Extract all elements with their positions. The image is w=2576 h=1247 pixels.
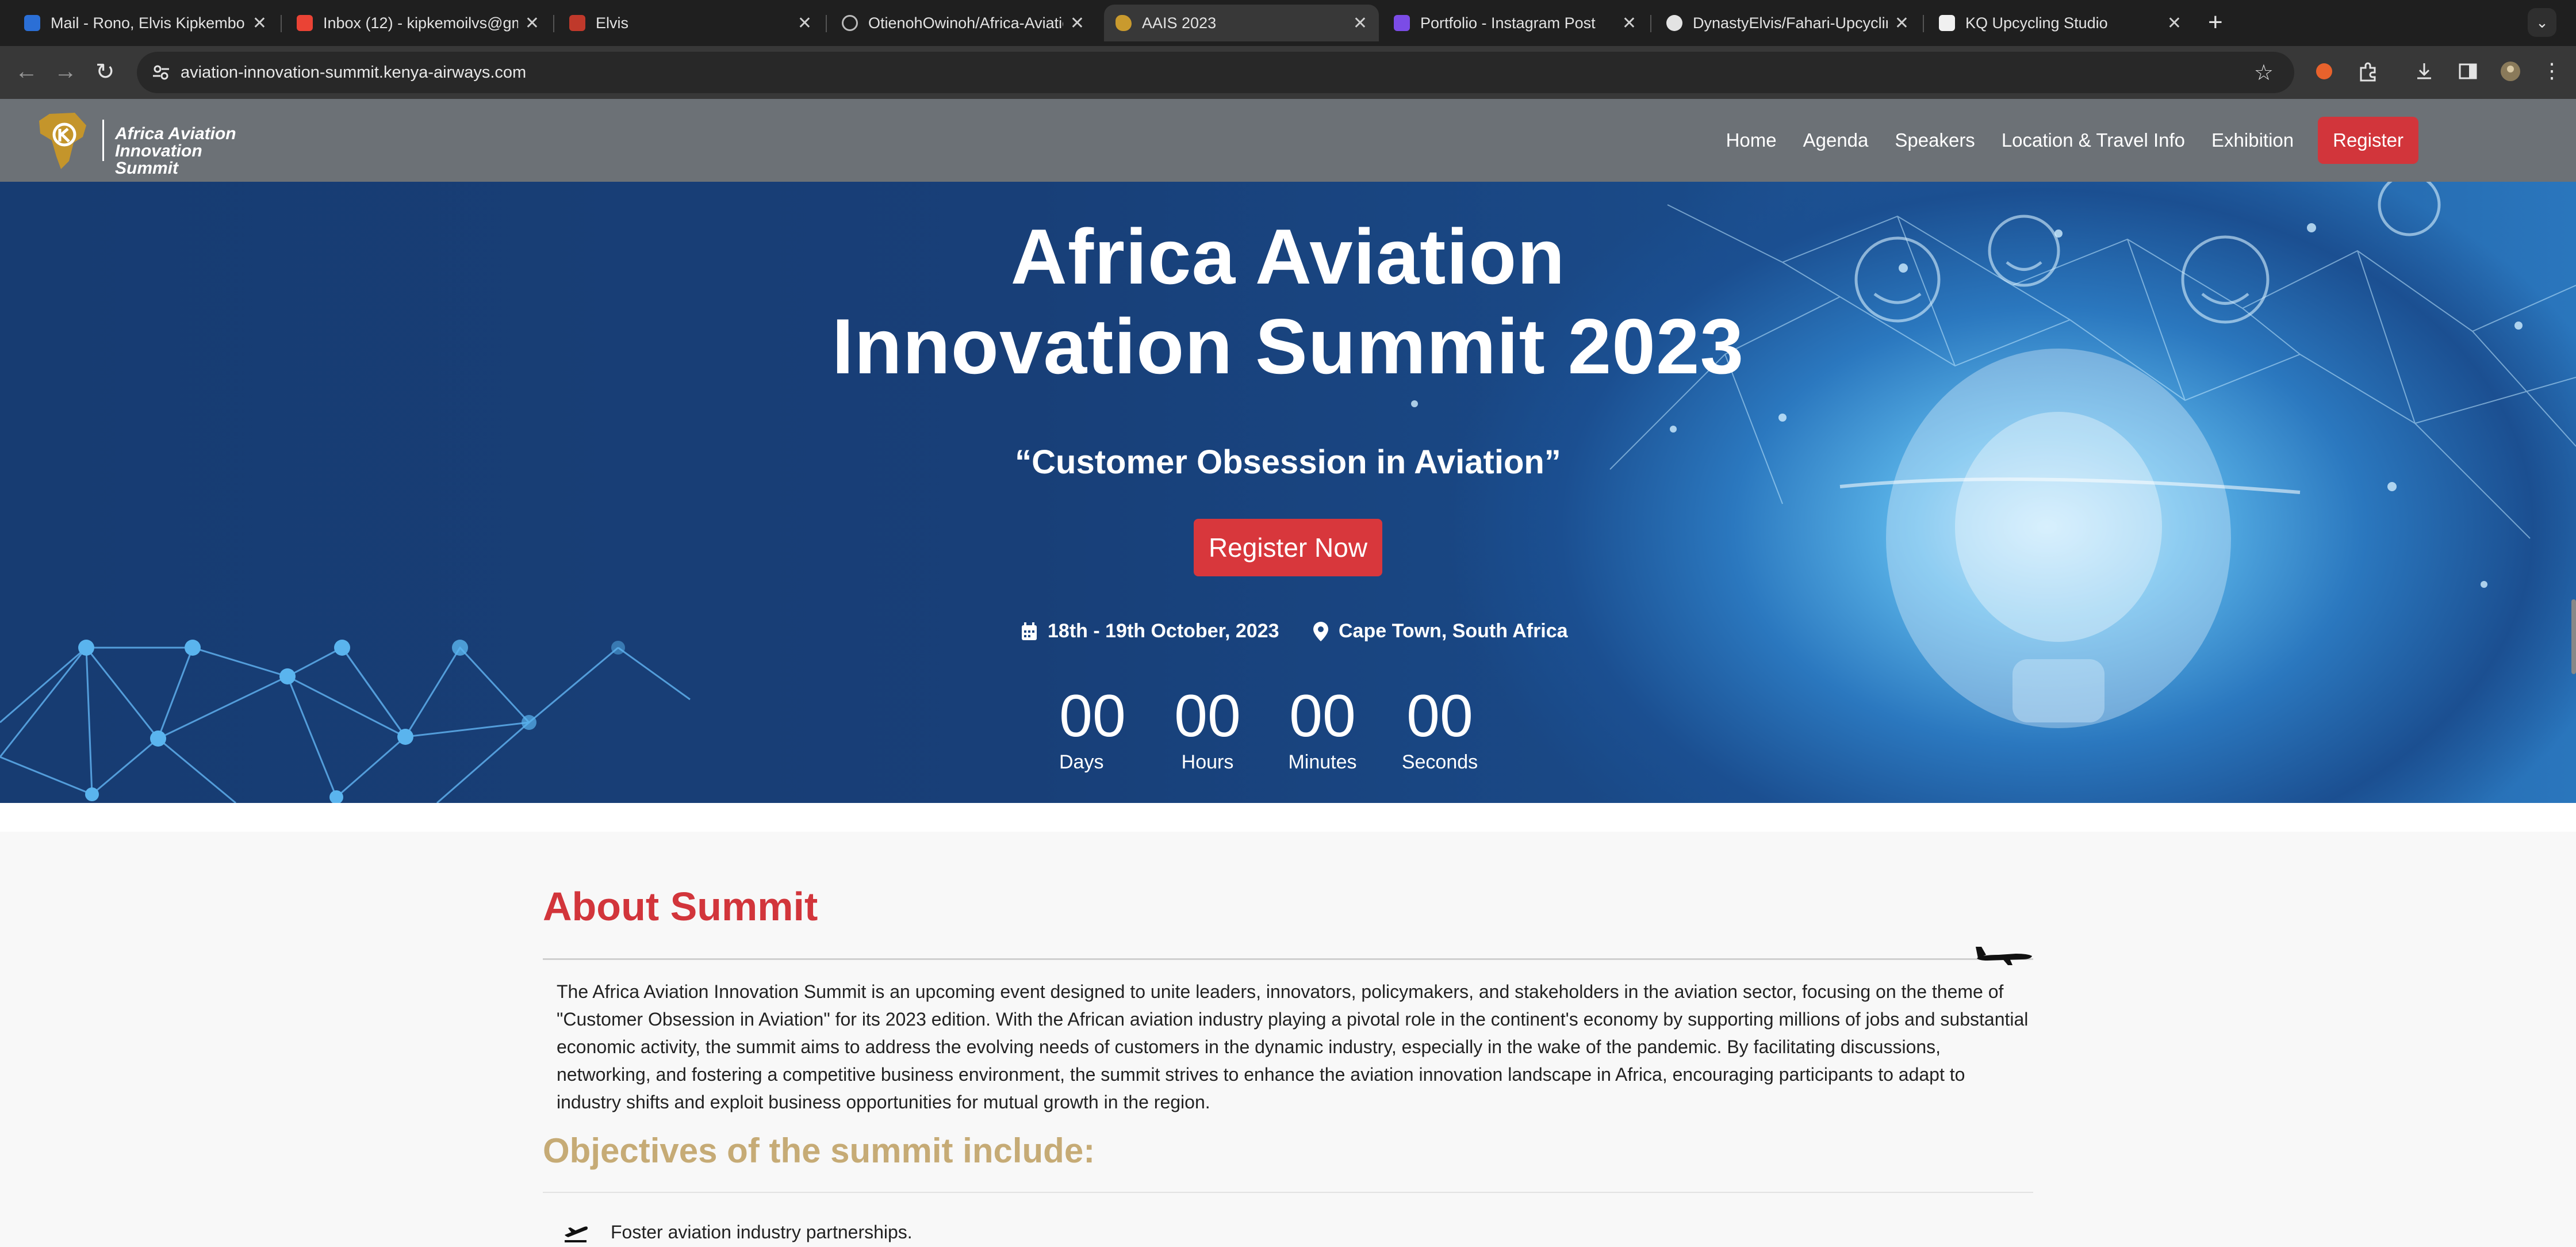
- tab-github-africa-aviation[interactable]: OtienohOwinoh/Africa-Aviation ✕: [830, 5, 1096, 41]
- reload-button[interactable]: ↻: [95, 59, 115, 85]
- profile-avatar[interactable]: [2499, 60, 2522, 83]
- address-bar[interactable]: aviation-innovation-summit.kenya-airways…: [137, 52, 2294, 93]
- nav-register-button[interactable]: Register: [2318, 117, 2418, 164]
- nav-speakers[interactable]: Speakers: [1895, 129, 1975, 151]
- objectives-divider: [543, 1192, 2033, 1193]
- close-icon[interactable]: ✕: [1070, 13, 1084, 33]
- section-spacer: [0, 803, 2576, 832]
- page-icon: [1939, 15, 1955, 31]
- about-heading: About Summit: [543, 884, 818, 929]
- extension-icon[interactable]: [2313, 60, 2336, 83]
- tab-divider: [826, 15, 827, 32]
- site-logo[interactable]: Africa Aviation Innovation Summit: [33, 108, 263, 177]
- extensions-puzzle-icon[interactable]: [2356, 60, 2379, 83]
- logo-text: Africa Aviation Innovation Summit: [115, 124, 236, 178]
- tab-elvis[interactable]: Elvis ✕: [558, 5, 823, 41]
- menu-kebab-icon[interactable]: ⋮: [2542, 59, 2562, 83]
- tab-mail[interactable]: Mail - Rono, Elvis Kipkemboi ✕: [13, 5, 278, 41]
- nav-location-travel[interactable]: Location & Travel Info: [2002, 129, 2185, 151]
- africa-icon: [1116, 15, 1132, 31]
- tab-kq-upcycling[interactable]: KQ Upcycling Studio ✕: [1927, 5, 2193, 41]
- back-button[interactable]: ←: [15, 59, 38, 85]
- africa-logo-icon: [39, 113, 86, 169]
- about-divider: [543, 958, 2033, 960]
- download-icon[interactable]: [2413, 60, 2436, 83]
- airplane-icon: [1976, 947, 2032, 965]
- chevron-down-icon: ⌄: [2536, 13, 2548, 31]
- site-settings-icon[interactable]: [152, 63, 170, 82]
- list-item: Foster aviation industry partnerships.: [562, 1222, 913, 1243]
- close-icon[interactable]: ✕: [1895, 13, 1909, 33]
- forward-button[interactable]: →: [54, 59, 77, 85]
- side-panel-icon[interactable]: [2456, 60, 2479, 83]
- close-icon[interactable]: ✕: [1353, 13, 1367, 33]
- calendar-icon: [1022, 622, 1037, 640]
- map-pin-icon: [1313, 621, 1328, 641]
- close-icon[interactable]: ✕: [525, 13, 539, 33]
- main-nav: Home Agenda Speakers Location & Travel I…: [1726, 99, 2576, 182]
- tab-portfolio-instagram[interactable]: Portfolio - Instagram Post ✕: [1382, 5, 1648, 41]
- github-icon: [842, 15, 858, 31]
- hero-subtitle: “Customer Obsession in Aviation”: [1015, 443, 1561, 481]
- canva-icon: [1394, 15, 1410, 31]
- browser-tab-bar: Mail - Rono, Elvis Kipkemboi ✕ Inbox (12…: [0, 0, 2576, 46]
- gmail-icon: [297, 15, 313, 31]
- countdown-seconds: 00 Seconds: [1401, 683, 1478, 773]
- hero-banner: Africa Aviation Innovation Summit 2023 “…: [0, 182, 2576, 803]
- hero-title: Africa Aviation Innovation Summit 2023: [831, 213, 1745, 390]
- objectives-heading: Objectives of the summit include:: [543, 1131, 1095, 1170]
- tab-search-button[interactable]: ⌄: [2528, 8, 2556, 37]
- nav-home[interactable]: Home: [1726, 129, 1777, 151]
- countdown-days: 00 Days: [1059, 683, 1126, 773]
- countdown-minutes: 00 Minutes: [1288, 683, 1357, 773]
- close-icon[interactable]: ✕: [252, 13, 267, 33]
- nav-agenda[interactable]: Agenda: [1803, 129, 1869, 151]
- tab-divider: [1923, 15, 1924, 32]
- event-date: 18th - 19th October, 2023: [1021, 620, 1279, 642]
- tab-divider: [1650, 15, 1651, 32]
- github-icon: [1666, 15, 1682, 31]
- nav-exhibition[interactable]: Exhibition: [2211, 129, 2294, 151]
- flag-icon: [569, 15, 585, 31]
- tab-gmail[interactable]: Inbox (12) - kipkemoilvs@gmail.com ✕: [285, 5, 551, 41]
- countdown-hours: 00 Hours: [1174, 683, 1241, 773]
- browser-toolbar: ← → ↻ aviation-innovation-summit.kenya-a…: [0, 46, 2576, 99]
- plane-takeoff-icon: [565, 1226, 588, 1242]
- bookmark-star-icon[interactable]: ☆: [2254, 60, 2274, 86]
- site-header: Africa Aviation Innovation Summit Home A…: [0, 99, 2576, 182]
- about-paragraph: The Africa Aviation Innovation Summit is…: [557, 981, 2029, 1112]
- event-location: Cape Town, South Africa: [1313, 620, 1568, 642]
- close-icon[interactable]: ✕: [1622, 13, 1636, 33]
- new-tab-button[interactable]: +: [2208, 8, 2223, 37]
- tab-aais-2023[interactable]: AAIS 2023 ✕: [1104, 5, 1379, 41]
- outlook-icon: [24, 15, 40, 31]
- register-now-button[interactable]: Register Now: [1194, 519, 1382, 576]
- tab-github-fahari[interactable]: DynastyElvis/Fahari-Upcycling ✕: [1655, 5, 1920, 41]
- page-scrollbar[interactable]: [2571, 599, 2576, 674]
- close-icon[interactable]: ✕: [2167, 13, 2182, 33]
- close-icon[interactable]: ✕: [798, 13, 812, 33]
- logo-divider: [102, 120, 104, 161]
- url-text: aviation-innovation-summit.kenya-airways…: [181, 63, 527, 82]
- tab-divider: [281, 15, 282, 32]
- tab-divider: [553, 15, 554, 32]
